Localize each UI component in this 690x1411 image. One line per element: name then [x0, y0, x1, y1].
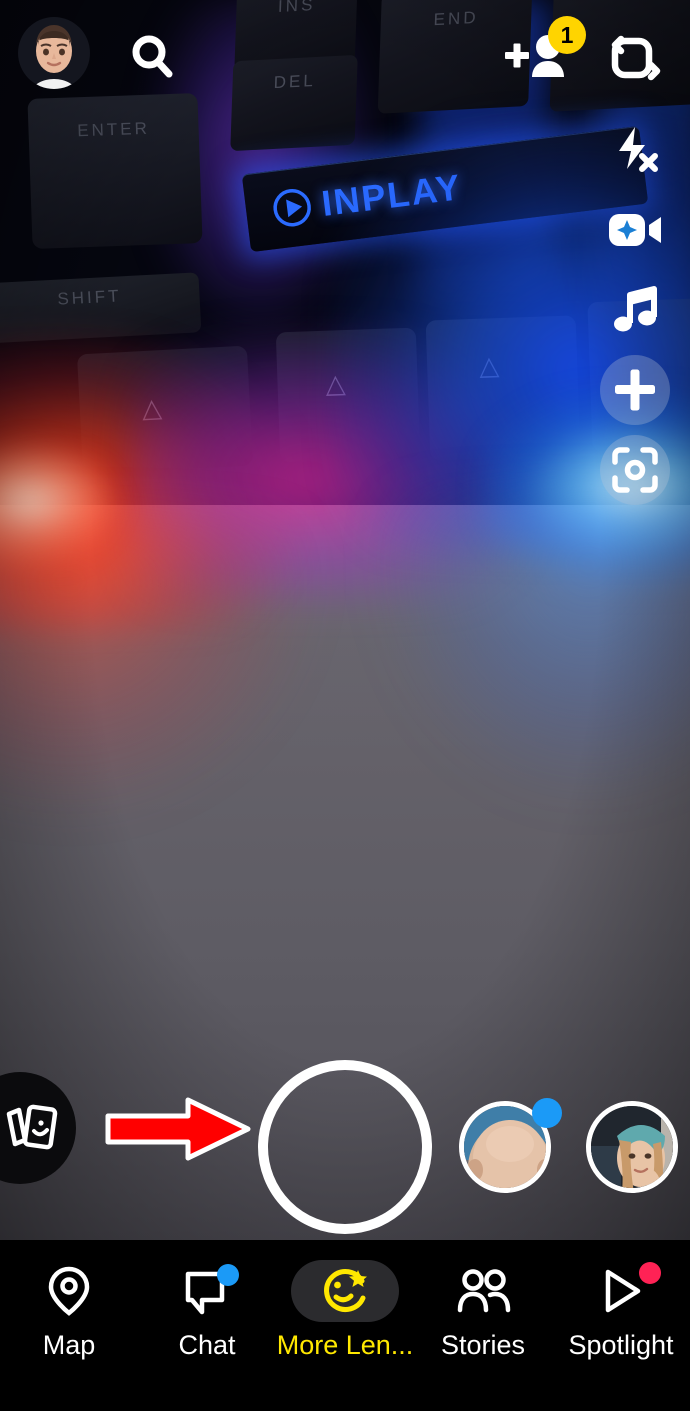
snapchat-camera-screen: INS DEL END ENTER SHIFT INPLAY △ △ △ [0, 0, 690, 1411]
add-friend-button[interactable]: 1 [500, 16, 586, 90]
camera-tools-rail [600, 115, 670, 505]
video-effects-button[interactable] [600, 195, 670, 265]
bitmoji-avatar-icon [18, 17, 90, 89]
bottom-navigation-bar: Map Chat More Len... Stories Spotlight [0, 1240, 690, 1411]
nav-label-chat: Chat [178, 1330, 236, 1360]
camera-viewfinder[interactable]: INS DEL END ENTER SHIFT INPLAY △ △ △ [0, 0, 690, 1240]
nav-item-stories[interactable]: Stories [414, 1260, 552, 1361]
two-people-icon [457, 1269, 511, 1313]
stories-icon-wrap [429, 1260, 537, 1322]
sounds-button[interactable] [600, 275, 670, 345]
search-button[interactable] [122, 26, 184, 88]
nav-item-map[interactable]: Map [0, 1260, 138, 1361]
lens-smiley-star-icon [324, 1269, 367, 1312]
memories-cards-icon [6, 1104, 58, 1150]
search-icon [132, 35, 173, 78]
lens-1-badge-dot [532, 1098, 562, 1128]
lens-thumbnail-2[interactable] [586, 1101, 678, 1193]
chat-icon-wrap [153, 1260, 261, 1322]
top-bar: 1 [0, 0, 690, 105]
add-friend-badge: 1 [548, 16, 586, 54]
more-lenses-icon-wrap [291, 1260, 399, 1322]
video-effects-icon [609, 214, 661, 246]
chat-unread-dot [217, 1264, 239, 1286]
nav-item-chat[interactable]: Chat [138, 1260, 276, 1361]
map-pin-icon [48, 1266, 90, 1316]
lens-thumbnail-woman-hat-icon [591, 1106, 673, 1188]
capture-row [0, 1060, 690, 1240]
image-vignette [0, 0, 690, 1240]
scan-icon [612, 447, 658, 493]
spotlight-notification-dot [639, 1262, 661, 1284]
flash-off-button[interactable] [600, 115, 670, 185]
shutter-button[interactable] [258, 1060, 432, 1234]
plus-icon [615, 369, 655, 411]
nav-label-stories: Stories [440, 1330, 526, 1360]
scan-button[interactable] [600, 435, 670, 505]
map-icon-wrap [15, 1260, 123, 1322]
camera-flip-icon [611, 35, 661, 81]
add-button[interactable] [600, 355, 670, 425]
nav-item-more-lenses[interactable]: More Len... [276, 1260, 414, 1361]
play-triangle-icon [605, 1269, 641, 1313]
camera-preview-image: INS DEL END ENTER SHIFT INPLAY △ △ △ [0, 0, 690, 1240]
flash-off-icon [619, 127, 658, 172]
music-note-icon [614, 286, 657, 332]
nav-item-spotlight[interactable]: Spotlight [552, 1260, 690, 1361]
avatar[interactable] [18, 17, 90, 89]
nav-label-spotlight: Spotlight [568, 1330, 674, 1360]
spotlight-icon-wrap [567, 1260, 675, 1322]
nav-label-more-lenses: More Len... [276, 1330, 414, 1360]
red-arrow-right-icon [105, 1097, 251, 1161]
flip-camera-button[interactable] [604, 26, 668, 90]
memories-button[interactable] [0, 1072, 76, 1184]
nav-label-map: Map [42, 1330, 96, 1360]
